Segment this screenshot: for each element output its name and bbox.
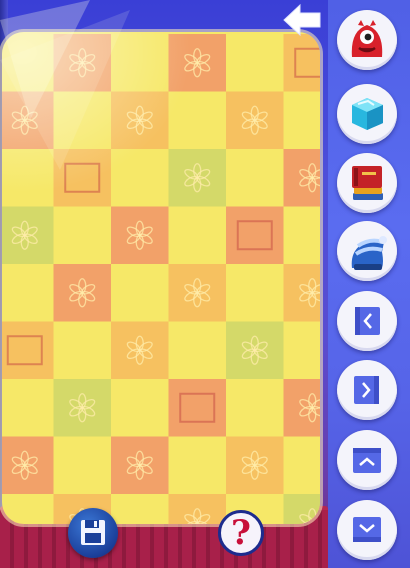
arrow-up-icon — [353, 448, 381, 473]
back-button[interactable] — [280, 0, 324, 40]
floppy-disk-icon — [81, 520, 105, 545]
striped-hat-button[interactable] — [337, 221, 397, 281]
scroll-down-button[interactable] — [337, 500, 397, 560]
board-tile — [168, 379, 226, 437]
books-button[interactable] — [337, 153, 397, 213]
board-tile — [226, 206, 284, 264]
scroll-left-button[interactable] — [337, 291, 397, 351]
question-mark-icon: ? — [231, 513, 251, 553]
books-icon — [352, 166, 383, 200]
striped-hat-icon — [351, 236, 387, 270]
arrow-left-icon — [355, 307, 380, 335]
scroll-up-button[interactable] — [337, 430, 397, 490]
board-tile — [2, 206, 54, 264]
scroll-right-button[interactable] — [337, 360, 397, 420]
board-tile — [2, 91, 54, 149]
help-button[interactable]: ? — [218, 510, 264, 556]
board-tile — [283, 34, 320, 92]
ice-block-button[interactable] — [337, 84, 397, 144]
arrow-down-icon — [353, 517, 381, 542]
game-screen: ? — [0, 0, 410, 568]
board-tile — [283, 264, 320, 322]
board-tile — [283, 379, 320, 437]
back-arrow-icon — [283, 3, 321, 37]
red-monster-icon — [351, 20, 383, 57]
save-button[interactable] — [68, 508, 118, 558]
ice-block-icon — [352, 98, 383, 130]
level-board[interactable] — [2, 32, 320, 524]
tile-grid — [2, 34, 320, 524]
board-tile — [2, 436, 54, 494]
red-monster-button[interactable] — [337, 10, 397, 70]
board-tile — [283, 149, 320, 207]
board-tile — [2, 321, 54, 379]
board-tile — [53, 149, 111, 207]
arrow-right-icon — [354, 376, 379, 404]
